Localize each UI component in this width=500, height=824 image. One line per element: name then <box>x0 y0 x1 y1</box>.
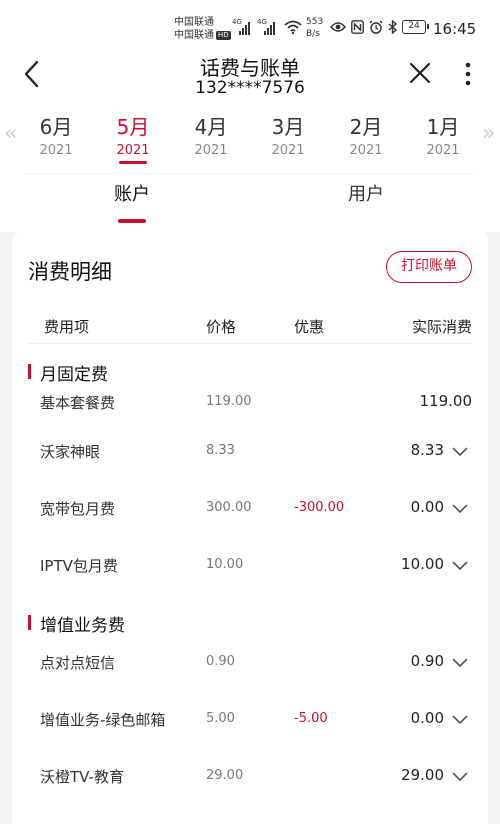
nfc-icon <box>351 20 364 34</box>
fee-name: IPTV包月费 <box>40 557 118 575</box>
chevron-down-icon[interactable] <box>452 715 468 725</box>
month-item[interactable]: 2月 2021 <box>331 112 401 160</box>
fee-name: 基本套餐费 <box>40 394 116 412</box>
battery-level: 24 <box>408 21 420 31</box>
month-label: 5月 <box>116 115 150 139</box>
fee-price: 8.33 <box>206 443 235 458</box>
section-title: 月固定费 <box>28 360 108 385</box>
fee-actual: 10.00 <box>401 555 444 573</box>
status-bar: 中国联通 中国联通 HD 4G 4G 553 B/s 24 16:45 <box>0 14 500 48</box>
month-item[interactable]: 3月 2021 <box>253 112 323 160</box>
hd-badge: HD <box>216 30 231 40</box>
fee-name: 宽带包月费 <box>40 500 116 518</box>
year-label: 2021 <box>116 143 150 158</box>
print-bill-button[interactable]: 打印账单 <box>386 251 472 283</box>
top-area: 中国联通 中国联通 HD 4G 4G 553 B/s 24 16:45 话费与账… <box>0 0 500 232</box>
month-label: 6月 <box>39 115 73 139</box>
tab-divider <box>24 173 474 174</box>
column-header-price: 价格 <box>206 318 237 336</box>
month-item[interactable]: 4月 2021 <box>176 112 246 160</box>
fee-price: 5.00 <box>206 711 235 726</box>
month-item[interactable]: 5月 2021 <box>98 112 168 164</box>
wifi-icon <box>284 20 302 34</box>
tab-indicator <box>118 219 146 223</box>
more-icon[interactable] <box>462 60 474 88</box>
section-title: 增值业务费 <box>28 611 125 636</box>
alarm-icon <box>369 20 383 34</box>
month-item[interactable]: 1月 2021 <box>408 112 478 160</box>
chevron-down-icon[interactable] <box>452 772 468 782</box>
month-prev-icon[interactable]: « <box>4 123 17 145</box>
month-selector: « » 6月 2021 5月 2021 4月 2021 3月 2021 2月 2021 1月 2021 <box>0 112 500 172</box>
fee-row[interactable]: 宽带包月费 300.00 -300.00 0.00 <box>12 498 488 522</box>
column-header-discount: 优惠 <box>294 318 325 336</box>
network-speed: 553 B/s <box>306 16 323 40</box>
carrier-info: 中国联通 中国联通 HD <box>174 16 231 42</box>
month-label: 4月 <box>194 115 228 139</box>
status-time: 16:45 <box>433 20 477 38</box>
year-label: 2021 <box>426 143 460 158</box>
fee-row[interactable]: IPTV包月费 10.00 10.00 <box>12 555 488 579</box>
year-label: 2021 <box>349 143 383 158</box>
fee-row[interactable]: 增值业务-绿色邮箱 5.00 -5.00 0.00 <box>12 709 488 733</box>
month-label: 2月 <box>349 115 383 139</box>
battery-icon: 24 <box>402 20 429 34</box>
chevron-down-icon[interactable] <box>452 504 468 514</box>
eye-icon <box>330 22 346 32</box>
consumption-detail-card: 消费明细 打印账单 费用项 价格 优惠 实际消费 月固定费基本套餐费 119.00… <box>12 232 488 824</box>
speed-unit: B/s <box>306 29 320 39</box>
fee-price: 119.00 <box>206 394 252 409</box>
fee-name: 沃橙TV-教育 <box>40 768 124 786</box>
fee-actual: 0.00 <box>410 498 444 516</box>
fee-price: 0.90 <box>206 654 235 669</box>
column-header-actual: 实际消费 <box>411 318 472 336</box>
fee-actual: 29.00 <box>401 766 444 784</box>
tab-user[interactable]: 用户 <box>306 182 426 208</box>
fee-name: 沃家神眼 <box>40 443 101 461</box>
speed-value: 553 <box>306 17 324 27</box>
month-label: 3月 <box>271 115 305 139</box>
fee-row[interactable]: 点对点短信 0.90 0.90 <box>12 652 488 676</box>
fee-discount: -5.00 <box>294 711 328 726</box>
fee-row: 基本套餐费 119.00 119.00 <box>12 392 488 416</box>
year-label: 2021 <box>194 143 228 158</box>
fee-actual: 8.33 <box>410 441 444 459</box>
year-label: 2021 <box>271 143 305 158</box>
year-label: 2021 <box>39 143 73 158</box>
chevron-down-icon[interactable] <box>452 447 468 457</box>
chevron-down-icon[interactable] <box>452 658 468 668</box>
month-indicator <box>119 161 147 164</box>
fee-name: 点对点短信 <box>40 654 116 672</box>
fee-price: 10.00 <box>206 557 244 572</box>
carrier-2: 中国联通 <box>174 30 214 41</box>
tab-user-label: 用户 <box>348 184 384 205</box>
carrier-1: 中国联通 <box>174 17 214 28</box>
fee-price: 29.00 <box>206 768 244 783</box>
month-item[interactable]: 6月 2021 <box>21 112 91 160</box>
fee-actual: 0.90 <box>410 652 444 670</box>
column-header-item: 费用项 <box>44 318 90 336</box>
tab-account[interactable]: 账户 <box>72 182 192 223</box>
tab-account-label: 账户 <box>114 184 150 205</box>
month-next-icon[interactable]: » <box>482 123 495 145</box>
header-divider <box>28 343 472 344</box>
fee-row[interactable]: 沃家神眼 8.33 8.33 <box>12 441 488 465</box>
card-title: 消费明细 <box>28 260 112 284</box>
bluetooth-icon <box>388 20 397 34</box>
fee-actual: 119.00 <box>419 392 473 410</box>
fee-row[interactable]: 沃橙TV-教育 29.00 29.00 <box>12 766 488 790</box>
fee-name: 增值业务-绿色邮箱 <box>40 711 166 729</box>
fee-actual: 0.00 <box>410 709 444 727</box>
fee-price: 300.00 <box>206 500 252 515</box>
fee-discount: -300.00 <box>294 500 345 515</box>
month-label: 1月 <box>426 115 460 139</box>
close-icon[interactable] <box>406 59 434 87</box>
chevron-down-icon[interactable] <box>452 561 468 571</box>
